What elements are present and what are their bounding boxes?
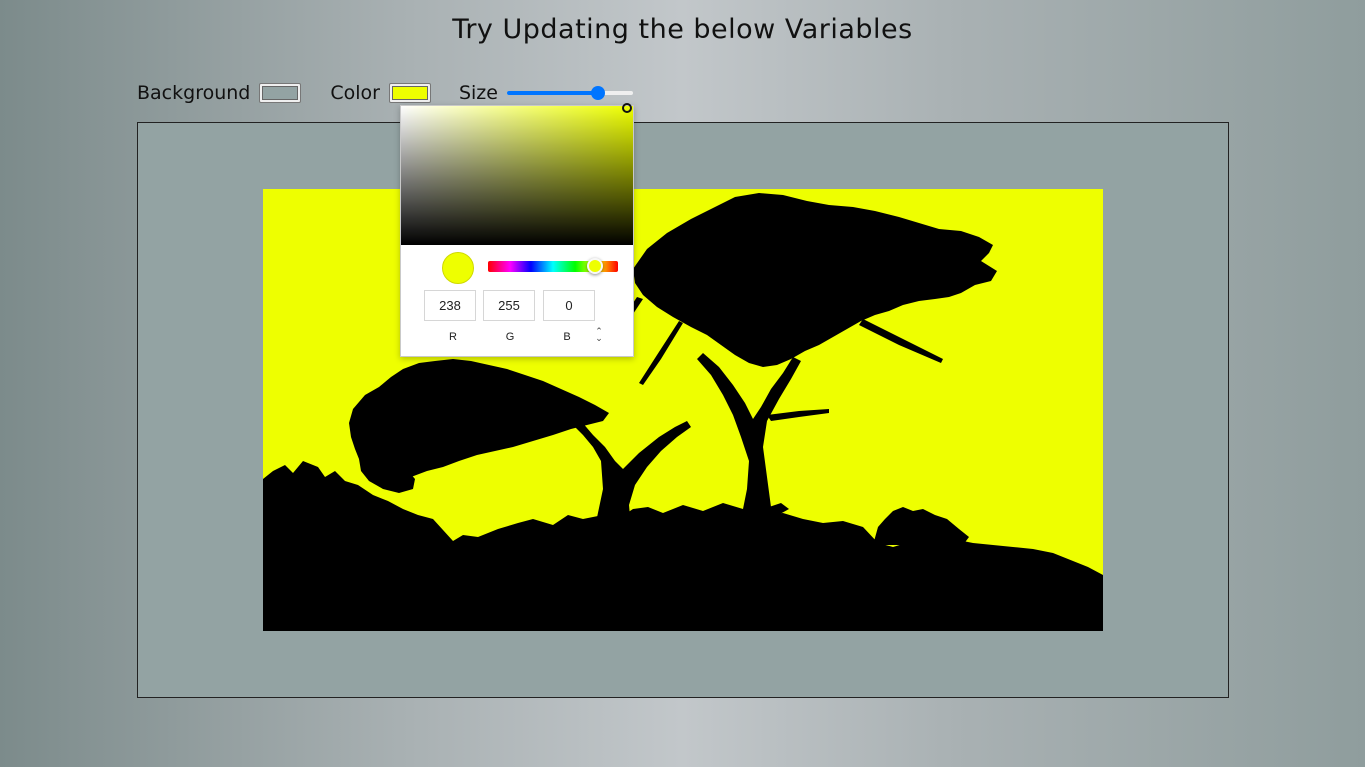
color-label: Color xyxy=(330,82,380,104)
color-swatch xyxy=(391,86,428,100)
saturation-brightness-handle[interactable] xyxy=(622,103,632,113)
size-label: Size xyxy=(458,82,498,104)
size-slider[interactable] xyxy=(506,85,633,101)
size-control: Size xyxy=(459,82,633,104)
background-color-input[interactable] xyxy=(259,83,302,103)
color-picker-popup: 238 255 0 R G B ⌃ ⌄ xyxy=(400,103,634,357)
tree-silhouette-graphic xyxy=(263,189,1103,631)
red-input[interactable]: 238 xyxy=(424,290,476,321)
background-swatch xyxy=(262,86,299,100)
background-label: Background xyxy=(137,82,251,104)
hue-slider-handle[interactable] xyxy=(587,258,603,274)
background-control: Background xyxy=(137,82,302,104)
saturation-brightness-area[interactable] xyxy=(401,103,633,245)
color-input[interactable] xyxy=(388,83,431,103)
color-control: Color xyxy=(330,82,431,104)
size-slider-thumb[interactable] xyxy=(590,86,605,100)
variable-controls: Background Color Size xyxy=(137,80,633,106)
up-down-chevron-icon[interactable]: ⌃ ⌄ xyxy=(593,328,605,344)
page-title: Try Updating the below Variables xyxy=(452,14,913,45)
color-preview-swatch xyxy=(442,252,474,284)
red-label: R xyxy=(449,331,457,343)
hue-slider[interactable] xyxy=(488,258,618,274)
hue-handle-color-dot xyxy=(589,260,601,272)
green-label: G xyxy=(505,331,515,343)
preview-frame xyxy=(137,122,1229,698)
green-input[interactable]: 255 xyxy=(483,290,535,321)
blue-input[interactable]: 0 xyxy=(543,290,595,321)
size-slider-fill xyxy=(506,91,598,95)
tree-silhouette-image xyxy=(263,189,1103,631)
blue-label: B xyxy=(563,331,571,343)
